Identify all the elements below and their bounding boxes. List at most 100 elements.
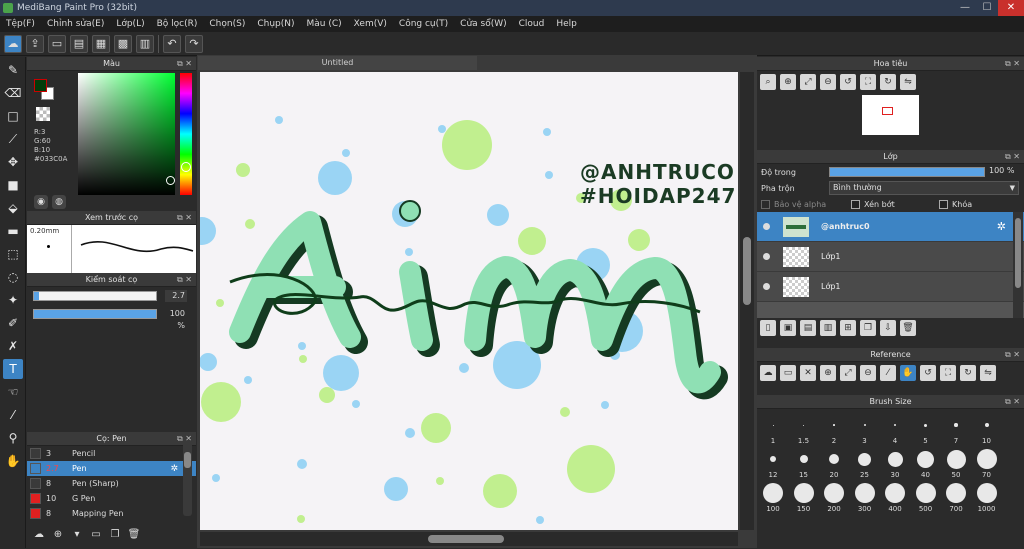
redo-icon[interactable]: ↷ — [185, 34, 203, 53]
brush-size-option[interactable]: 200 — [819, 481, 849, 513]
brush-item[interactable]: 10 G Pen — [27, 491, 196, 506]
palette-icon[interactable]: ◉ — [34, 195, 48, 209]
document-icon[interactable]: ▦ — [92, 34, 110, 53]
sv-cursor[interactable] — [166, 176, 175, 185]
share-icon[interactable]: ⇪ — [26, 34, 44, 53]
brush-size-option[interactable]: 12 — [758, 447, 788, 479]
brush-size-option[interactable]: 1000 — [972, 481, 1002, 513]
brush-size-option[interactable]: 4 — [880, 413, 910, 445]
panel-controls-icon[interactable]: ⧉ ✕ — [177, 211, 192, 225]
cloud-brush-icon[interactable]: ☁ — [31, 527, 47, 543]
fit-canvas-icon[interactable]: ⛶ — [860, 74, 876, 90]
select-pen-tool-icon[interactable]: ✐ — [3, 313, 23, 333]
brush-size-option[interactable]: 30 — [880, 447, 910, 479]
rectangle-tool-icon[interactable]: □ — [3, 106, 23, 126]
brush-size-option[interactable]: 400 — [880, 481, 910, 513]
add-folder-icon[interactable]: ▾ — [69, 527, 85, 543]
move-tool-icon[interactable]: ✥ — [3, 152, 23, 172]
drawing-canvas[interactable]: @ANHTRUCO #HOIDAP247 — [200, 72, 738, 530]
magic-wand-tool-icon[interactable]: ✦ — [3, 290, 23, 310]
eyedropper-tool-icon[interactable]: ⚲ — [3, 428, 23, 448]
line-tool-icon[interactable]: ⟋ — [3, 129, 23, 149]
eye-icon[interactable] — [763, 223, 770, 230]
blend-mode-select[interactable]: Bình thường ▼ — [829, 181, 1019, 195]
close-button[interactable]: ✕ — [998, 0, 1024, 16]
brush-list-scrollbar[interactable] — [183, 442, 192, 516]
lock-checkbox[interactable] — [939, 199, 948, 209]
close-reference-icon[interactable]: ✕ — [800, 365, 816, 381]
delete-brush-icon[interactable]: 🗑 — [126, 527, 142, 543]
menu-tools[interactable]: Công cụ(T) — [399, 19, 448, 29]
brush-size-option[interactable]: 10 — [972, 413, 1002, 445]
hand-ref-icon[interactable]: ✋ — [900, 365, 916, 381]
canvas-vertical-scrollbar[interactable] — [740, 72, 754, 530]
hue-slider[interactable] — [180, 73, 192, 195]
layer-row[interactable]: Lớp1 — [757, 242, 1024, 272]
zoom-fit-icon[interactable]: ⌕ — [760, 74, 776, 90]
fit-ref-icon[interactable]: ⤢ — [840, 365, 856, 381]
new-1bit-layer-icon[interactable]: ▥ — [820, 320, 836, 336]
navigator-thumbnail[interactable] — [862, 95, 919, 135]
menu-snap[interactable]: Chụp(N) — [257, 19, 294, 29]
protect-alpha-checkbox[interactable] — [761, 199, 770, 209]
brush-size-option[interactable]: 700 — [941, 481, 971, 513]
panel-controls-icon[interactable]: ⧉ ✕ — [1005, 57, 1020, 71]
clip-checkbox[interactable] — [851, 199, 860, 209]
layer-row[interactable]: @anhtruc0 ✲ — [757, 212, 1024, 242]
layer-row[interactable]: Lớp1 — [757, 272, 1024, 302]
brush-size-option[interactable]: 15 — [789, 447, 819, 479]
menu-window[interactable]: Cửa sổ(W) — [460, 19, 506, 29]
menu-view[interactable]: Xem(V) — [354, 19, 387, 29]
hand-tool-icon[interactable]: ✋ — [3, 451, 23, 471]
transparent-color-swatch[interactable] — [36, 107, 50, 121]
merge-layer-icon[interactable]: ⇩ — [880, 320, 896, 336]
new-layer-icon[interactable]: ▯ — [760, 320, 776, 336]
rotate-reset-icon[interactable]: ↻ — [880, 74, 896, 90]
brush-item[interactable]: 2.7 Pen ✲ — [27, 461, 196, 476]
fit-window-icon[interactable]: ⤢ — [800, 74, 816, 90]
gear-icon[interactable]: ✲ — [997, 220, 1006, 233]
eraser-tool-icon[interactable]: ⌫ — [3, 83, 23, 103]
foreground-color-swatch[interactable] — [34, 79, 47, 92]
eye-icon[interactable] — [763, 253, 770, 260]
brush-size-option[interactable]: 1 — [758, 413, 788, 445]
new-halftone-layer-icon[interactable]: ▣ — [780, 320, 796, 336]
eye-icon[interactable] — [763, 283, 770, 290]
minimize-button[interactable]: — — [954, 0, 976, 16]
rotate-left-icon[interactable]: ↺ — [840, 74, 856, 90]
open-folder-icon[interactable]: ▭ — [780, 365, 796, 381]
undo-icon[interactable]: ↶ — [163, 34, 181, 53]
grid-icon[interactable]: ▩ — [114, 34, 132, 53]
brush-size-option[interactable]: 5 — [911, 413, 941, 445]
brush-item[interactable]: 3 Pencil — [27, 446, 196, 461]
panel-controls-icon[interactable]: ⧉ ✕ — [1005, 150, 1020, 164]
panel-controls-icon[interactable]: ⧉ ✕ — [177, 273, 192, 287]
new-8bit-layer-icon[interactable]: ▤ — [800, 320, 816, 336]
menu-filter[interactable]: Bộ lọc(R) — [157, 19, 198, 29]
brush-item[interactable]: 8 Pen (Sharp) — [27, 476, 196, 491]
navigator-viewport-frame[interactable] — [882, 107, 893, 115]
select-rect-tool-icon[interactable]: ⬚ — [3, 244, 23, 264]
fill-tool-icon[interactable]: ⬙ — [3, 198, 23, 218]
fit-canvas-ref-icon[interactable]: ⛶ — [940, 365, 956, 381]
gear-icon[interactable]: ✲ — [170, 464, 178, 474]
duplicate-layer-icon[interactable]: ❐ — [860, 320, 876, 336]
brush-tool-icon[interactable]: ✎ — [3, 60, 23, 80]
text-tool-icon[interactable]: T — [3, 359, 23, 379]
menu-help[interactable]: Help — [556, 19, 577, 29]
brush-size-option[interactable]: 2 — [819, 413, 849, 445]
duplicate-brush-icon[interactable]: ❐ — [107, 527, 123, 543]
cloud-reference-icon[interactable]: ☁ — [760, 365, 776, 381]
page-icon[interactable]: ▤ — [70, 34, 88, 53]
brush-size-slider[interactable] — [33, 291, 157, 301]
brush-size-option[interactable]: 7 — [941, 413, 971, 445]
brush-size-option[interactable]: 50 — [941, 447, 971, 479]
operation-tool-icon[interactable]: ☜ — [3, 382, 23, 402]
zoom-out-ref-icon[interactable]: ⊖ — [860, 365, 876, 381]
brush-size-value[interactable]: 2.7 — [165, 290, 187, 302]
shape-tool-icon[interactable]: ■ — [3, 175, 23, 195]
menu-edit[interactable]: Chỉnh sửa(E) — [47, 19, 104, 29]
flip-ref-icon[interactable]: ⇋ — [980, 365, 996, 381]
eyedropper-ref-icon[interactable]: ⁄ — [880, 365, 896, 381]
canvas-horizontal-scrollbar[interactable] — [200, 532, 738, 546]
